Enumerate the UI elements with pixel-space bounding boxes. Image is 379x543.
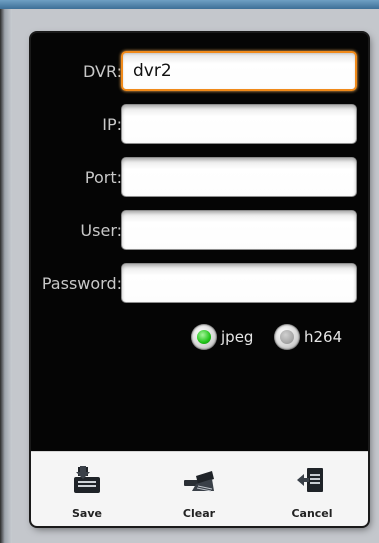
save-button[interactable]: Save (31, 452, 143, 526)
password-label: Password: (41, 274, 122, 293)
user-input[interactable] (121, 210, 357, 250)
port-label: Port: (84, 168, 122, 187)
clear-button-label: Clear (182, 507, 216, 520)
save-button-label: Save (72, 507, 102, 520)
dvr-settings-dialog: DVR: dvr2 IP: Port: User: Password: jpeg… (31, 33, 368, 526)
dvr-input[interactable]: dvr2 (121, 51, 357, 91)
radio-selected-dot (197, 330, 211, 344)
window-left-edge (0, 9, 12, 543)
h264-radio[interactable]: h264 (274, 324, 342, 350)
bottom-toolbar: Save Clear Cancel (31, 451, 368, 526)
codec-radio-group: jpeg h264 (31, 316, 368, 358)
ip-input[interactable] (121, 104, 357, 144)
jpeg-radio[interactable]: jpeg (191, 324, 253, 350)
user-row: User: (31, 210, 368, 252)
cancel-exit-icon (297, 468, 323, 492)
cancel-button-label: Cancel (291, 507, 333, 520)
password-row: Password: (31, 263, 368, 305)
port-input[interactable] (121, 157, 357, 197)
user-label: User: (80, 221, 122, 240)
clear-button[interactable]: Clear (143, 452, 255, 526)
ip-row: IP: (31, 104, 368, 146)
port-row: Port: (31, 157, 368, 199)
h264-radio-label: h264 (304, 328, 343, 346)
clear-broom-icon (184, 471, 214, 492)
dvr-label: DVR: (83, 62, 122, 81)
jpeg-radio-label: jpeg (221, 328, 254, 346)
ip-label: IP: (102, 115, 122, 134)
dvr-row: DVR: dvr2 (31, 51, 368, 93)
cancel-button[interactable]: Cancel (256, 452, 368, 526)
radio-button-circle (274, 324, 300, 350)
radio-button-circle (191, 324, 217, 350)
password-input[interactable] (121, 263, 357, 303)
save-icon (74, 466, 100, 493)
radio-unselected-dot (280, 330, 294, 344)
